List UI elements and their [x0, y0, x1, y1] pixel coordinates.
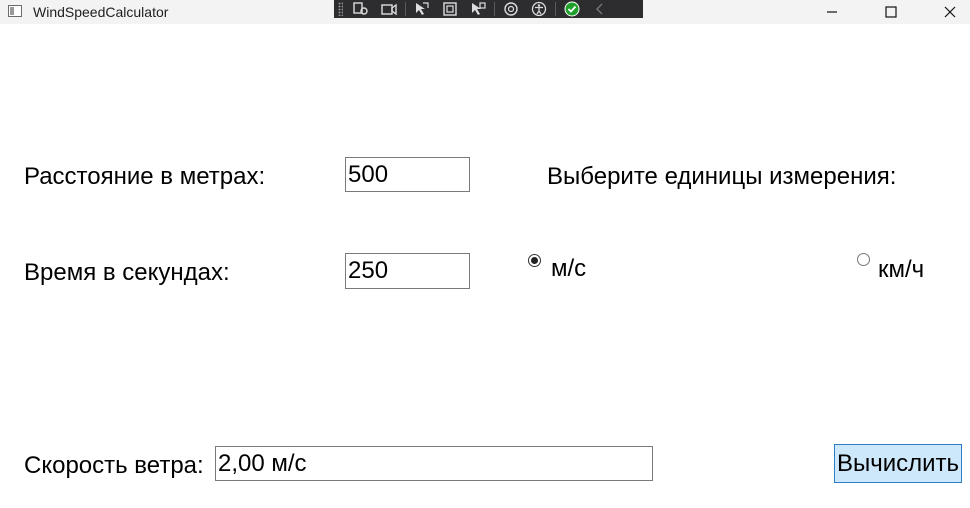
toolbar-separator [405, 2, 406, 16]
record-video-icon[interactable] [377, 0, 401, 18]
maximize-icon [885, 6, 897, 18]
maximize-button[interactable] [869, 0, 913, 24]
title-bar: WindSpeedCalculator [0, 0, 970, 24]
select-element-icon[interactable] [410, 0, 434, 18]
minimize-icon [827, 11, 837, 13]
distance-input[interactable] [345, 157, 470, 192]
track-focus-icon[interactable] [466, 0, 490, 18]
xaml-debug-toolbar [334, 0, 643, 18]
close-button[interactable] [928, 0, 970, 24]
hot-reload-ok-icon[interactable] [560, 0, 584, 18]
toolbar-separator [494, 2, 495, 16]
time-label: Время в секундах: [24, 259, 230, 286]
unit-kmh-radio[interactable] [857, 253, 870, 266]
unit-ms-label[interactable]: м/с [551, 255, 586, 283]
accessibility-checker-icon[interactable] [527, 0, 551, 18]
unit-kmh-label[interactable]: км/ч [878, 256, 924, 284]
toolbar-grip-icon[interactable] [338, 2, 343, 16]
units-label: Выберите единицы измерения: [547, 163, 897, 190]
unit-ms-radio[interactable] [528, 254, 541, 267]
window-title: WindSpeedCalculator [33, 4, 169, 20]
collapse-toolbar-icon[interactable] [588, 0, 612, 18]
display-layout-adorners-icon[interactable] [438, 0, 462, 18]
minimize-button[interactable] [810, 0, 854, 24]
close-icon [944, 6, 956, 18]
toolbar-separator [555, 2, 556, 16]
time-input[interactable] [345, 253, 470, 289]
calculate-button[interactable]: Вычислить [834, 444, 962, 483]
live-visual-tree-icon[interactable] [349, 0, 373, 18]
distance-label: Расстояние в метрах: [24, 163, 266, 190]
result-label: Скорость ветра: [24, 452, 204, 479]
result-output[interactable] [215, 446, 653, 481]
binding-failures-icon[interactable] [499, 0, 523, 18]
app-icon [8, 5, 22, 17]
